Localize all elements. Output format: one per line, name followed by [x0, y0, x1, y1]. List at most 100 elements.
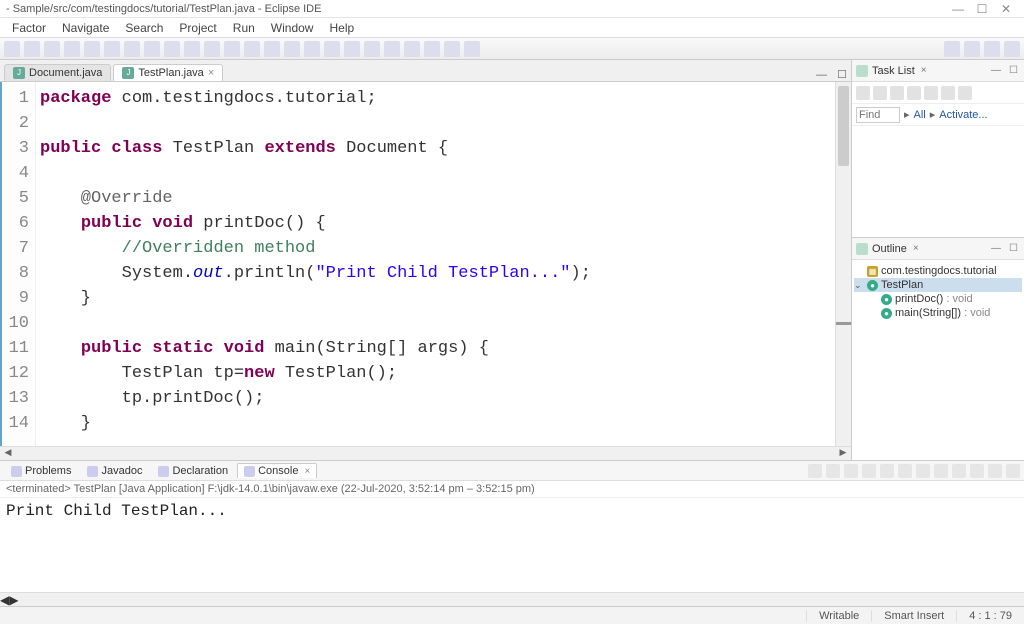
close-icon[interactable]: ×: [208, 67, 214, 79]
console-toolbar-button[interactable]: [916, 464, 930, 478]
console-toolbar-button[interactable]: [862, 464, 876, 478]
close-icon[interactable]: ×: [919, 65, 929, 76]
outline-item[interactable]: ●main(String[]) : void: [868, 306, 1022, 320]
menu-search[interactable]: Search: [117, 21, 171, 35]
toolbar-button[interactable]: [404, 41, 420, 57]
console-toolbar-button[interactable]: [934, 464, 948, 478]
vertical-scrollbar[interactable]: [835, 82, 851, 446]
maximize-view-icon[interactable]: ☐: [1007, 243, 1020, 254]
scroll-right-icon[interactable]: ▶: [835, 447, 851, 460]
task-toolbar-button[interactable]: [941, 86, 955, 100]
tab-declaration[interactable]: Declaration: [151, 463, 235, 478]
toolbar-button[interactable]: [364, 41, 380, 57]
status-bar: Writable Smart Insert 4 : 1 : 79: [0, 606, 1024, 624]
toolbar-button[interactable]: [224, 41, 240, 57]
console-toolbar-button[interactable]: [880, 464, 894, 478]
toolbar-button[interactable]: [324, 41, 340, 57]
menu-help[interactable]: Help: [321, 21, 362, 35]
toolbar-button[interactable]: [184, 41, 200, 57]
menu-navigate[interactable]: Navigate: [54, 21, 117, 35]
toolbar-button[interactable]: [164, 41, 180, 57]
close-icon[interactable]: ×: [911, 243, 921, 254]
task-toolbar-button[interactable]: [907, 86, 921, 100]
perspective-button[interactable]: [984, 41, 1000, 57]
task-toolbar-button[interactable]: [856, 86, 870, 100]
menu-window[interactable]: Window: [263, 21, 322, 35]
toolbar-button[interactable]: [44, 41, 60, 57]
outline-item[interactable]: ●printDoc() : void: [868, 292, 1022, 306]
console-scrollbar[interactable]: ◀ ▶: [0, 592, 1024, 606]
tab-javadoc[interactable]: Javadoc: [80, 463, 149, 478]
console-toolbar-button[interactable]: [844, 464, 858, 478]
toolbar-button[interactable]: [464, 41, 480, 57]
console-toolbar-button[interactable]: [808, 464, 822, 478]
maximize-view-icon[interactable]: ☐: [1007, 65, 1020, 76]
toolbar-button[interactable]: [24, 41, 40, 57]
outline-tree[interactable]: ▦com.testingdocs.tutorial⌄●TestPlan●prin…: [852, 260, 1024, 460]
toolbar-button[interactable]: [124, 41, 140, 57]
maximize-view-icon[interactable]: [1006, 464, 1020, 478]
scroll-right-icon[interactable]: ▶: [9, 593, 18, 606]
toolbar-button[interactable]: [304, 41, 320, 57]
console-toolbar-button[interactable]: [970, 464, 984, 478]
console-output[interactable]: Print Child TestPlan...: [0, 498, 1024, 592]
minimize-view-icon[interactable]: —: [989, 65, 1003, 76]
task-body: [852, 126, 1024, 237]
outline-view: Outline × — ☐ ▦com.testingdocs.tutorial⌄…: [852, 238, 1024, 460]
maximize-view-icon[interactable]: ☐: [833, 68, 851, 81]
minimize-button[interactable]: —: [946, 2, 970, 16]
tab-console[interactable]: Console×: [237, 463, 317, 478]
all-link[interactable]: All: [914, 109, 926, 121]
console-toolbar-button[interactable]: [898, 464, 912, 478]
outline-item[interactable]: ⌄●TestPlan: [854, 278, 1022, 292]
close-icon[interactable]: ×: [304, 466, 310, 477]
toolbar-button[interactable]: [144, 41, 160, 57]
toolbar-button[interactable]: [284, 41, 300, 57]
perspective-button[interactable]: [1004, 41, 1020, 57]
menu-factor[interactable]: Factor: [4, 21, 54, 35]
maximize-button[interactable]: ☐: [970, 2, 994, 16]
minimize-view-icon[interactable]: —: [812, 69, 831, 81]
toolbar-button[interactable]: [204, 41, 220, 57]
menu-bar: Factor Navigate Search Project Run Windo…: [0, 18, 1024, 38]
toolbar-button[interactable]: [4, 41, 20, 57]
toolbar-button[interactable]: [244, 41, 260, 57]
activate-link[interactable]: Activate...: [939, 109, 987, 121]
task-toolbar-button[interactable]: [890, 86, 904, 100]
task-toolbar-button[interactable]: [924, 86, 938, 100]
find-input[interactable]: [856, 107, 900, 123]
toolbar-button[interactable]: [344, 41, 360, 57]
tab-problems[interactable]: Problems: [4, 463, 78, 478]
code-editor[interactable]: 1234567891011121314 package com.testingd…: [0, 82, 851, 446]
declaration-icon: [158, 466, 169, 477]
editor-tab-document[interactable]: J Document.java: [4, 64, 111, 81]
toolbar-button[interactable]: [384, 41, 400, 57]
close-button[interactable]: ✕: [994, 2, 1018, 16]
perspective-button[interactable]: [964, 41, 980, 57]
toolbar-button[interactable]: [424, 41, 440, 57]
task-list-icon: [856, 65, 868, 77]
code-content[interactable]: package com.testingdocs.tutorial; public…: [36, 82, 835, 446]
console-toolbar-button[interactable]: [826, 464, 840, 478]
toolbar-button[interactable]: [264, 41, 280, 57]
scroll-left-icon[interactable]: ◀: [0, 593, 9, 606]
toolbar-button[interactable]: [64, 41, 80, 57]
toolbar-button[interactable]: [84, 41, 100, 57]
minimize-view-icon[interactable]: [988, 464, 1002, 478]
line-gutter: 1234567891011121314: [2, 82, 36, 446]
task-toolbar-button[interactable]: [958, 86, 972, 100]
toolbar-button[interactable]: [104, 41, 120, 57]
horizontal-scrollbar[interactable]: ◀ ▶: [0, 446, 851, 460]
outline-item[interactable]: ▦com.testingdocs.tutorial: [854, 264, 1022, 278]
menu-project[interactable]: Project: [171, 21, 224, 35]
scrollbar-thumb[interactable]: [838, 86, 849, 166]
toolbar-button[interactable]: [444, 41, 460, 57]
task-toolbar-button[interactable]: [873, 86, 887, 100]
console-toolbar-button[interactable]: [952, 464, 966, 478]
editor-tab-testplan[interactable]: J TestPlan.java ×: [113, 64, 223, 81]
task-list-header: Task List × — ☐: [852, 60, 1024, 82]
search-icon[interactable]: [944, 41, 960, 57]
menu-run[interactable]: Run: [225, 21, 263, 35]
minimize-view-icon[interactable]: —: [989, 243, 1003, 254]
scroll-left-icon[interactable]: ◀: [0, 447, 16, 460]
